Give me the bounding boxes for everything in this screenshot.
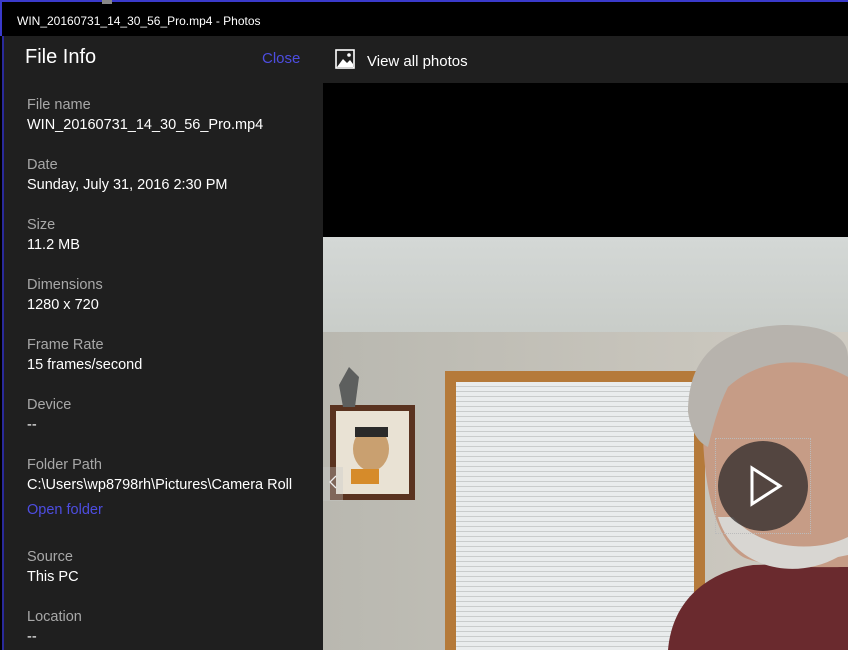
field-source: Source This PC [27,548,79,588]
play-icon [748,464,784,513]
field-frame-rate: Frame Rate 15 frames/second [27,336,142,376]
view-all-photos-button[interactable]: View all photos [335,49,468,74]
play-button[interactable] [715,438,811,534]
field-label: Dimensions [27,277,103,293]
field-value: 15 frames/second [27,357,143,373]
viewer-toolbar: View all photos [323,36,848,83]
field-value: This PC [27,569,79,585]
field-file-name: File name WIN_20160731_14_30_56_Pro.mp4 [27,96,263,136]
media-viewer[interactable] [323,83,848,650]
field-label: Size [27,217,56,233]
field-location: Location -- [27,608,82,648]
window-decoration [102,0,112,4]
photo-gallery-icon [335,49,355,74]
pane-edge [2,36,4,650]
field-label: File name [27,97,91,113]
field-value: C:\Users\wp8798rh\Pictures\Camera Roll [27,477,293,493]
open-folder-link[interactable]: Open folder [27,502,103,518]
chevron-left-icon [329,475,337,494]
field-label: Frame Rate [27,337,104,353]
field-value: -- [27,417,37,433]
previous-button[interactable] [323,467,343,501]
field-label: Date [27,157,58,173]
field-date: Date Sunday, July 31, 2016 2:30 PM [27,156,227,196]
file-info-pane: File Info Close File name WIN_20160731_1… [2,36,323,650]
pane-title: File Info [25,46,97,68]
close-button[interactable]: Close [262,50,300,67]
field-value: Sunday, July 31, 2016 2:30 PM [27,177,228,193]
field-folder-path: Folder Path C:\Users\wp8798rh\Pictures\C… [27,456,292,496]
title-bar: WIN_20160731_14_30_56_Pro.mp4 - Photos [0,0,848,36]
field-label: Source [27,549,73,565]
field-device: Device -- [27,396,71,436]
field-label: Location [27,609,82,625]
view-all-photos-label: View all photos [367,53,468,70]
field-value: 11.2 MB [27,237,80,253]
field-value: -- [27,629,37,645]
field-value: 1280 x 720 [27,297,99,313]
field-label: Folder Path [27,457,102,473]
field-size: Size 11.2 MB [27,216,80,256]
window-title: WIN_20160731_14_30_56_Pro.mp4 - Photos [17,14,261,28]
field-label: Device [27,397,72,413]
field-value: WIN_20160731_14_30_56_Pro.mp4 [27,117,264,133]
field-dimensions: Dimensions 1280 x 720 [27,276,103,316]
